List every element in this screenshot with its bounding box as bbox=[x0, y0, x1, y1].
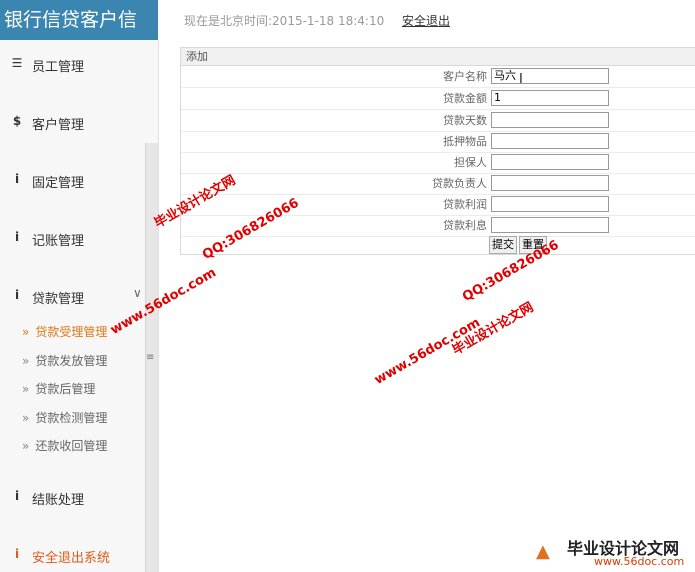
watermark-logo: ▲ 毕业设计论文网 www.56doc.com bbox=[532, 535, 692, 569]
subitem-loan-monitoring[interactable]: » 贷款检测管理 bbox=[22, 409, 107, 426]
loan-profit-input[interactable] bbox=[491, 196, 609, 212]
subitem-repayment[interactable]: » 还款收回管理 bbox=[22, 437, 107, 454]
subitem-post-loan[interactable]: » 贷款后管理 bbox=[22, 380, 95, 397]
panel-header: 添加 bbox=[181, 48, 695, 66]
form-row-loan-officer: 贷款负责人 bbox=[181, 173, 695, 195]
info-icon: i bbox=[14, 489, 20, 503]
field-label: 贷款利润 bbox=[443, 198, 487, 211]
loan-officer-input[interactable] bbox=[491, 175, 609, 191]
field-label: 贷款天数 bbox=[443, 114, 487, 127]
app-title: 银行信贷客户信 bbox=[4, 9, 138, 31]
app-brand: 银行信贷客户信 bbox=[0, 0, 158, 40]
form-row-customer-name: 客户名称 bbox=[181, 66, 695, 88]
chevron-down-icon: ∨ bbox=[133, 286, 142, 300]
info-icon: i bbox=[14, 288, 20, 302]
double-arrow-icon: » bbox=[22, 439, 30, 453]
info-icon: i bbox=[14, 172, 20, 186]
customer-name-input[interactable] bbox=[491, 68, 609, 84]
double-arrow-icon: » bbox=[22, 382, 30, 396]
form-row-loan-amount: 贷款金额 bbox=[181, 88, 695, 110]
top-bar: 现在是北京时间:2015-1-18 18:4:10 安全退出 bbox=[158, 0, 695, 40]
logout-link[interactable]: 安全退出 bbox=[402, 12, 450, 29]
info-icon: i bbox=[14, 547, 20, 561]
sidebar-item-settlement[interactable]: i 结账处理 bbox=[0, 489, 145, 509]
submit-button[interactable]: 提交 bbox=[489, 236, 517, 254]
logo-mark-icon: ▲ bbox=[536, 541, 550, 562]
field-label: 客户名称 bbox=[443, 70, 487, 83]
text-cursor-icon: I bbox=[519, 72, 523, 87]
sidebar-item-customers[interactable]: $ 客户管理 bbox=[0, 114, 145, 134]
double-arrow-icon: » bbox=[22, 411, 30, 425]
double-arrow-icon: » bbox=[22, 354, 30, 368]
info-icon: i bbox=[14, 230, 20, 244]
form-row-loan-profit: 贷款利润 bbox=[181, 194, 695, 216]
dollar-icon: $ bbox=[12, 114, 22, 128]
field-label: 贷款金额 bbox=[443, 92, 487, 105]
scrollbar-grip-icon[interactable]: ≡ bbox=[146, 352, 154, 363]
sidebar-item-loans[interactable]: i 贷款管理 ∨ bbox=[0, 286, 145, 308]
sidebar-item-accounting[interactable]: i 记账管理 bbox=[0, 230, 145, 250]
subitem-loan-disbursement[interactable]: » 贷款发放管理 bbox=[22, 352, 107, 369]
loan-interest-input[interactable] bbox=[491, 217, 609, 233]
loan-days-input[interactable] bbox=[491, 112, 609, 128]
sidebar-item-fixed[interactable]: i 固定管理 bbox=[0, 172, 145, 192]
form-row-guarantor: 担保人 bbox=[181, 152, 695, 174]
field-label: 抵押物品 bbox=[443, 135, 487, 148]
sidebar-item-staff[interactable]: ☰ 员工管理 bbox=[0, 56, 145, 76]
subitem-loan-acceptance[interactable]: » 贷款受理管理 bbox=[22, 323, 107, 340]
collateral-input[interactable] bbox=[491, 133, 609, 149]
sidebar-item-exit[interactable]: i 安全退出系统 bbox=[0, 547, 145, 567]
list-icon: ☰ bbox=[11, 56, 23, 70]
field-label: 贷款利息 bbox=[443, 219, 487, 232]
loan-amount-input[interactable] bbox=[491, 90, 609, 106]
double-arrow-icon: » bbox=[22, 325, 30, 339]
current-time: 现在是北京时间:2015-1-18 18:4:10 bbox=[184, 14, 385, 28]
guarantor-input[interactable] bbox=[491, 154, 609, 170]
logo-url: www.56doc.com bbox=[594, 555, 685, 568]
form-row-actions: 提交 重置 bbox=[181, 236, 695, 257]
form-row-collateral: 抵押物品 bbox=[181, 131, 695, 153]
form-row-loan-days: 贷款天数 bbox=[181, 110, 695, 132]
